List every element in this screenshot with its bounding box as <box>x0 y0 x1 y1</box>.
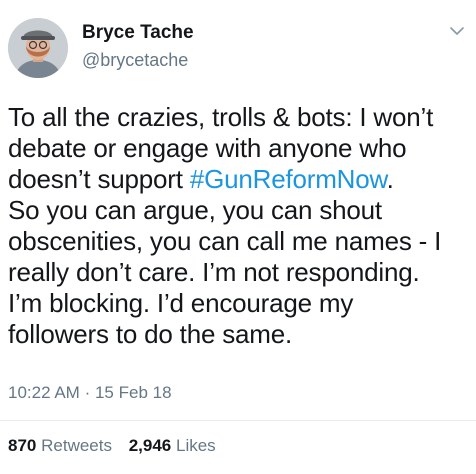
retweets-label: Retweets <box>41 436 112 455</box>
tweet-date: 15 Feb 18 <box>94 383 172 402</box>
likes-label: Likes <box>176 436 216 455</box>
tweet-line: debate or engage with anyone who <box>8 133 407 163</box>
likes-stat[interactable]: 2,946 Likes <box>129 436 216 455</box>
tweet-time: 10:22 AM <box>8 383 80 402</box>
tweet-line: So you can argue, you can shout <box>8 195 382 225</box>
tweet-text: To all the crazies, trolls & bots: I won… <box>8 102 470 350</box>
avatar[interactable] <box>8 18 68 78</box>
retweets-count: 870 <box>8 436 37 455</box>
retweets-stat[interactable]: 870 Retweets <box>8 436 112 455</box>
tweet-line: obscenities, you can call me names - I <box>8 226 442 256</box>
tweet-line: followers to do the same. <box>8 319 293 349</box>
tweet-line-text: doesn’t support <box>8 164 190 194</box>
engagement-stats: 870 Retweets 2,946 Likes <box>8 436 228 456</box>
tweet-line: doesn’t support #GunReformNow. <box>8 164 470 195</box>
likes-count: 2,946 <box>128 436 172 455</box>
tweet-line: really don’t care. I’m not responding. <box>8 257 420 287</box>
hashtag-link[interactable]: #GunReformNow <box>190 164 387 194</box>
tweet-line: To all the crazies, trolls & bots: I won… <box>8 102 434 132</box>
author-handle[interactable]: @brycetache <box>82 50 188 71</box>
tweet-line: I’m blocking. I’d encourage my <box>8 288 354 318</box>
author-name[interactable]: Bryce Tache <box>82 22 194 44</box>
tweet-card: Bryce Tache @brycetache To all the crazi… <box>0 0 476 474</box>
avatar-image <box>8 18 68 78</box>
timestamp-separator: · <box>84 383 91 402</box>
divider <box>0 420 476 421</box>
chevron-down-icon[interactable] <box>448 22 466 40</box>
tweet-timestamp[interactable]: 10:22 AM · 15 Feb 18 <box>8 383 172 403</box>
tweet-line-punctuation: . <box>386 164 394 194</box>
